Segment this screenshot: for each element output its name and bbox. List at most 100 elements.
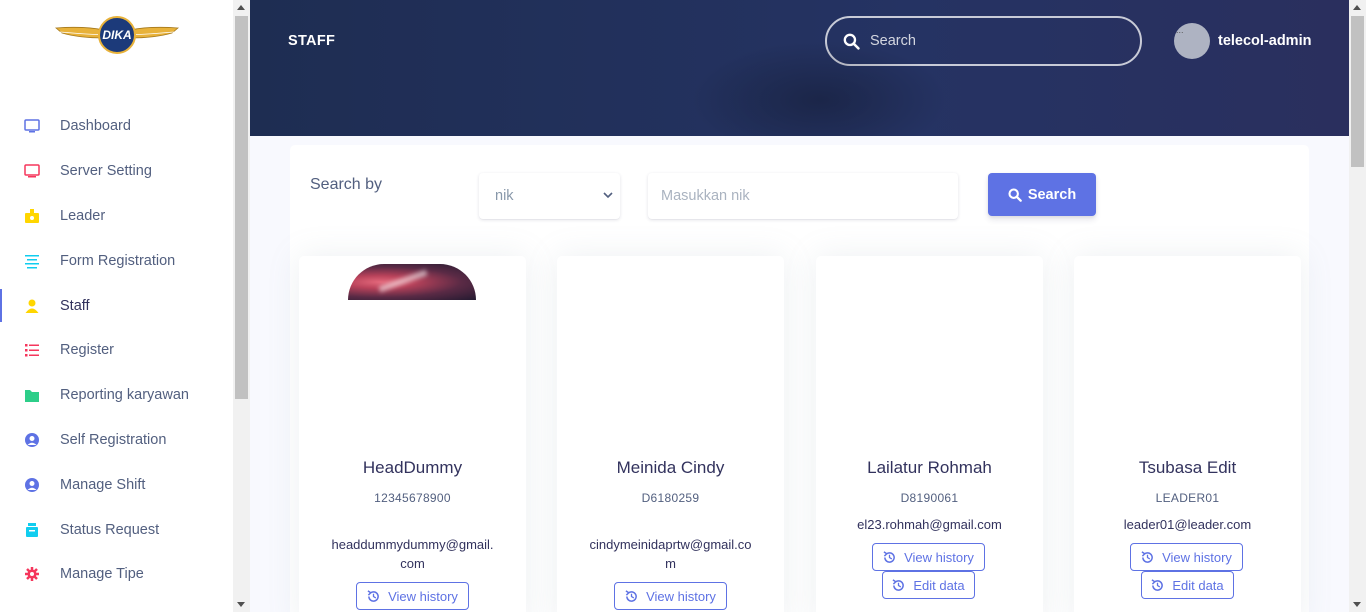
staff-email-line: com <box>400 556 425 571</box>
staff-card: Meinida Cindy D6180259 cindymeinidaprtw@… <box>557 256 784 612</box>
staff-email-line: el23.rohmah@gmail.com <box>857 517 1002 532</box>
staff-card: HeadDummy 12345678900 headdummydummy@gma… <box>299 256 526 612</box>
header-search[interactable] <box>825 16 1142 66</box>
sidebar-nav: Dashboard Server Setting Leader Form Reg… <box>0 104 233 597</box>
view-history-label: View history <box>904 549 974 565</box>
sidebar-item-server-setting[interactable]: Server Setting <box>0 149 233 194</box>
staff-email: headdummydummy@gmail. com <box>309 535 516 573</box>
sidebar-item-label: Staff <box>60 297 90 314</box>
staff-nik: D8190061 <box>900 491 959 505</box>
avatar-alt-text: ... <box>1176 25 1184 35</box>
box-icon <box>24 522 40 538</box>
history-icon <box>1151 578 1164 591</box>
search-button[interactable]: Search <box>988 173 1096 216</box>
sidebar-item-reporting-karyawan[interactable]: Reporting karyawan <box>0 373 233 418</box>
sidebar-scrollbar[interactable] <box>233 0 250 612</box>
chevron-down-icon <box>603 192 613 199</box>
scroll-down-arrow-icon[interactable] <box>237 602 245 607</box>
avatar[interactable]: ... <box>1174 23 1210 59</box>
staff-nik: LEADER01 <box>1155 491 1220 505</box>
sidebar-item-label: Server Setting <box>60 163 152 180</box>
tv-icon <box>24 163 40 179</box>
top-header: STAFF ... telecol-admin <box>250 0 1349 136</box>
sidebar-item-status-request[interactable]: Status Request <box>0 507 233 552</box>
staff-name: Tsubasa Edit <box>1138 458 1237 477</box>
staff-email-line: leader01@leader.com <box>1123 517 1252 532</box>
scroll-up-arrow-icon[interactable] <box>1353 5 1361 10</box>
sidebar-item-label: Manage Tipe <box>60 566 144 583</box>
edit-data-button[interactable]: Edit data <box>1141 571 1234 599</box>
history-icon <box>892 578 905 591</box>
staff-email: leader01@leader.com <box>1084 515 1291 534</box>
history-icon <box>883 550 895 563</box>
staff-email-line: m <box>665 556 676 571</box>
view-history-button[interactable]: View history <box>356 582 469 610</box>
monitor-icon <box>24 118 40 134</box>
align-icon <box>24 253 40 269</box>
nik-search-input[interactable] <box>648 173 958 219</box>
scroll-up-arrow-icon[interactable] <box>237 5 245 10</box>
search-icon <box>843 33 860 50</box>
header-search-input[interactable] <box>870 33 1110 49</box>
main-scroll-thumb[interactable] <box>1351 16 1364 167</box>
edit-data-label: Edit data <box>913 577 965 593</box>
view-history-label: View history <box>646 588 716 604</box>
staff-photo <box>348 264 476 300</box>
sidebar-item-dashboard[interactable]: Dashboard <box>0 104 233 149</box>
staff-email-line: cindymeinidaprtw@gmail.co <box>589 537 752 552</box>
user-circle-icon <box>24 432 40 448</box>
sidebar: DIKA Dashboard Server Setting Leader For… <box>0 0 233 612</box>
user-menu[interactable]: ... telecol-admin <box>1174 23 1311 59</box>
sidebar-item-register[interactable]: Register <box>0 328 233 373</box>
history-icon <box>625 589 637 602</box>
sidebar-scroll-thumb[interactable] <box>235 16 248 399</box>
sidebar-item-manage-tipe[interactable]: Manage Tipe <box>0 552 233 597</box>
history-icon <box>367 589 379 602</box>
search-by-label: Search by <box>310 176 383 193</box>
staff-nik: D6180259 <box>641 491 700 505</box>
main-scrollbar[interactable] <box>1349 0 1366 612</box>
gear-icon <box>24 566 40 582</box>
page-title: STAFF <box>288 33 336 49</box>
staff-email: el23.rohmah@gmail.com <box>826 515 1033 534</box>
sidebar-item-staff[interactable]: Staff <box>0 283 233 328</box>
staff-email: cindymeinidaprtw@gmail.co m <box>567 535 774 573</box>
sidebar-item-label: Self Registration <box>60 431 167 448</box>
sidebar-item-label: Register <box>60 342 114 359</box>
edit-data-button[interactable]: Edit data <box>882 571 975 599</box>
sidebar-item-label: Reporting karyawan <box>60 387 189 404</box>
sidebar-item-manage-shift[interactable]: Manage Shift <box>0 462 233 507</box>
view-history-label: View history <box>388 588 458 604</box>
logo-text: DIKA <box>102 28 131 42</box>
staff-name: HeadDummy <box>362 458 463 477</box>
sidebar-item-label: Manage Shift <box>60 476 146 493</box>
sidebar-item-form-registration[interactable]: Form Registration <box>0 238 233 283</box>
sidebar-item-label: Leader <box>60 207 106 224</box>
user-name: telecol-admin <box>1218 33 1312 49</box>
sidebar-item-label: Form Registration <box>60 252 176 269</box>
scroll-down-arrow-icon[interactable] <box>1353 602 1361 607</box>
sidebar-item-self-registration[interactable]: Self Registration <box>0 418 233 463</box>
badge-icon <box>24 208 40 224</box>
search-icon <box>1008 187 1022 202</box>
dika-logo[interactable]: DIKA <box>54 16 180 56</box>
staff-name: Meinida Cindy <box>616 458 725 477</box>
list-icon <box>24 342 40 358</box>
search-field-select[interactable]: nik <box>479 173 620 219</box>
staff-card: Tsubasa Edit LEADER01 leader01@leader.co… <box>1074 256 1301 612</box>
staff-card: Lailatur Rohmah D8190061 el23.rohmah@gma… <box>816 256 1043 612</box>
sidebar-item-label: Dashboard <box>60 118 131 135</box>
edit-data-label: Edit data <box>1172 577 1224 593</box>
user-icon <box>24 298 40 314</box>
view-history-button[interactable]: View history <box>614 582 727 610</box>
sidebar-item-leader[interactable]: Leader <box>0 194 233 239</box>
staff-name: Lailatur Rohmah <box>867 458 992 477</box>
history-icon <box>1141 550 1153 563</box>
search-button-label: Search <box>1027 186 1077 203</box>
view-history-button[interactable]: View history <box>1130 543 1243 571</box>
sidebar-item-label: Status Request <box>60 521 160 538</box>
view-history-button[interactable]: View history <box>872 543 985 571</box>
staff-nik: 12345678900 <box>374 491 451 505</box>
user-circle-icon <box>24 477 40 493</box>
select-value: nik <box>495 188 514 204</box>
